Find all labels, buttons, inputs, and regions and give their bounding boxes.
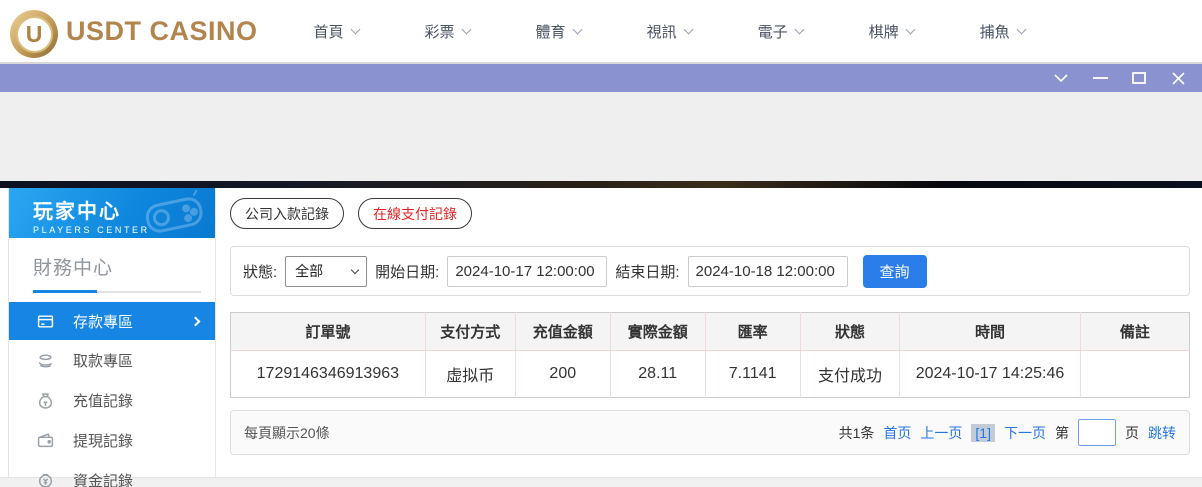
sidebar-item-label: 取款專區	[73, 352, 134, 370]
tab-company-deposit-records[interactable]: 公司入款記錄	[230, 198, 344, 229]
table-row: 1729146346913963 虚拟币 200 28.11 7.1141 支付…	[230, 350, 1190, 398]
sidebar-item-funds-records[interactable]: 資金記錄	[9, 460, 215, 487]
pagination-jump-link[interactable]: 跳转	[1148, 423, 1176, 443]
finance-center-title: 財務中心	[33, 258, 114, 279]
sidebar-item-label: 資金記錄	[73, 472, 134, 487]
page-jump-prefix: 第	[1055, 424, 1069, 441]
pagination-first-link[interactable]: 首页	[883, 423, 911, 443]
top-navigation: U USDT CASINO 首頁 彩票 體育 視訊 電子 棋牌 捕魚	[0, 0, 1202, 62]
pagination-controls: 共1条 首页 上一页 [1] 下一页 第 页 跳转	[839, 419, 1176, 446]
nav-item-board-games[interactable]: 棋牌	[869, 21, 916, 42]
sidebar-item-withdraw-records[interactable]: 提現記錄	[9, 420, 215, 460]
brand-logo[interactable]: U USDT CASINO	[10, 7, 258, 58]
sidebar-item-recharge-records[interactable]: 充值記錄	[9, 380, 215, 420]
orders-table: 訂單號 支付方式 充值金額 實際金額 匯率 狀態 時間 備註 172914634…	[230, 312, 1190, 398]
col-exchange-rate: 匯率	[705, 312, 801, 351]
nav-item-slots[interactable]: 電子	[758, 21, 805, 42]
content-area: 玩家中心 PLAYERS CENTER 財務中心 存款專區 取款專區 充值記錄 …	[0, 188, 1202, 487]
tab-online-payment-records[interactable]: 在線支付記錄	[358, 198, 472, 229]
chevron-down-icon	[461, 24, 471, 34]
start-date-input[interactable]	[447, 255, 608, 287]
collapse-chevron-icon[interactable]	[1053, 70, 1069, 86]
end-date-label: 結束日期:	[615, 263, 680, 281]
sidebar-item-label: 存款專區	[73, 313, 134, 331]
table-header-row: 訂單號 支付方式 充值金額 實際金額 匯率 狀態 時間 備註	[230, 312, 1190, 351]
nav-item-live-video[interactable]: 視訊	[647, 21, 694, 42]
window-titlebar	[0, 62, 1202, 92]
chevron-down-icon	[350, 24, 360, 34]
search-button[interactable]: 查詢	[862, 254, 927, 288]
banner-bottom-edge	[0, 181, 1202, 188]
cell-recharge-amount: 200	[515, 350, 611, 398]
player-center-sidebar: 玩家中心 PLAYERS CENTER 財務中心 存款專區 取款專區 充值記錄 …	[8, 188, 216, 487]
record-tabs: 公司入款記錄 在線支付記錄	[230, 198, 1190, 229]
nav-item-sports[interactable]: 體育	[536, 21, 583, 42]
chevron-down-icon	[794, 24, 805, 34]
col-remark: 備註	[1080, 312, 1190, 351]
main-menu: 首頁 彩票 體育 視訊 電子 棋牌 捕魚	[314, 21, 1027, 42]
nav-item-home[interactable]: 首頁	[314, 21, 360, 42]
minimize-icon[interactable]	[1092, 70, 1108, 86]
wallet-icon	[37, 432, 54, 449]
sidebar-header: 玩家中心 PLAYERS CENTER	[9, 188, 215, 238]
brand-name: USDT CASINO	[66, 15, 258, 46]
col-payment-method: 支付方式	[425, 312, 516, 351]
col-recharge-amount: 充值金額	[515, 312, 611, 351]
filter-bar: 狀態: 全部 開始日期: 結束日期: 查詢	[230, 246, 1190, 296]
cell-order-number: 1729146346913963	[230, 350, 426, 398]
records-panel: 公司入款記錄 在線支付記錄 狀態: 全部 開始日期: 結束日期: 查詢	[216, 188, 1202, 477]
status-label: 狀態:	[243, 263, 278, 281]
sidebar-menu: 存款專區 取款專區 充值記錄 提現記錄 資金記錄	[9, 302, 215, 487]
sidebar-section: 財務中心	[9, 238, 215, 293]
maximize-icon[interactable]	[1131, 70, 1147, 86]
pagination-bar: 每頁顯示20條 共1条 首页 上一页 [1] 下一页 第 页 跳转	[230, 410, 1190, 455]
pagination-next-link[interactable]: 下一页	[1004, 423, 1046, 443]
chevron-down-icon	[683, 24, 694, 34]
start-date-label: 開始日期:	[375, 263, 440, 281]
coin-icon	[37, 472, 54, 487]
end-date-input[interactable]	[687, 255, 848, 287]
nav-item-fishing[interactable]: 捕魚	[980, 21, 1027, 42]
cell-actual-amount: 28.11	[610, 350, 706, 398]
page-background-gap	[0, 92, 1202, 181]
chevron-right-icon	[190, 316, 201, 326]
col-actual-amount: 實際金額	[610, 312, 706, 351]
chevron-down-icon	[1016, 24, 1027, 34]
pagination-current-page: [1]	[971, 423, 995, 442]
status-select[interactable]: 全部	[285, 255, 368, 287]
col-order-number: 訂單號	[230, 312, 426, 351]
col-status: 狀態	[800, 312, 901, 351]
page-jump-input[interactable]	[1078, 419, 1116, 446]
app-window: U USDT CASINO 首頁 彩票 體育 視訊 電子 棋牌 捕魚 玩家中心 …	[0, 0, 1202, 487]
brand-logo-icon: U	[10, 10, 58, 58]
section-underline	[33, 290, 201, 293]
cell-remark	[1080, 351, 1189, 398]
logo-letter: U	[15, 15, 53, 53]
nav-item-lottery[interactable]: 彩票	[425, 21, 471, 42]
status-select-wrap: 全部	[285, 255, 368, 287]
close-icon[interactable]	[1170, 70, 1186, 86]
chevron-down-icon	[905, 24, 916, 34]
pagination-prev-link[interactable]: 上一页	[920, 423, 962, 443]
cell-time: 2024-10-17 14:25:46	[899, 350, 1081, 398]
cell-status: 支付成功	[800, 350, 901, 398]
col-time: 時間	[899, 312, 1081, 351]
sidebar-item-deposit[interactable]: 存款專區	[9, 302, 215, 340]
page-jump-suffix: 页	[1125, 424, 1139, 441]
page-size-text: 每頁顯示20條	[244, 424, 330, 441]
sidebar-item-label: 充值記錄	[73, 392, 134, 410]
cell-payment-method: 虚拟币	[425, 350, 516, 398]
hand-money-icon	[37, 352, 54, 369]
cell-exchange-rate: 7.1141	[705, 350, 801, 398]
gamepad-icon	[145, 190, 203, 233]
chevron-down-icon	[572, 24, 583, 34]
money-bag-icon	[37, 392, 54, 409]
bank-card-icon	[37, 313, 54, 330]
sidebar-item-label: 提現記錄	[73, 432, 134, 450]
pagination-total: 共1条	[838, 424, 875, 441]
sidebar-item-withdrawal[interactable]: 取款專區	[9, 340, 215, 380]
